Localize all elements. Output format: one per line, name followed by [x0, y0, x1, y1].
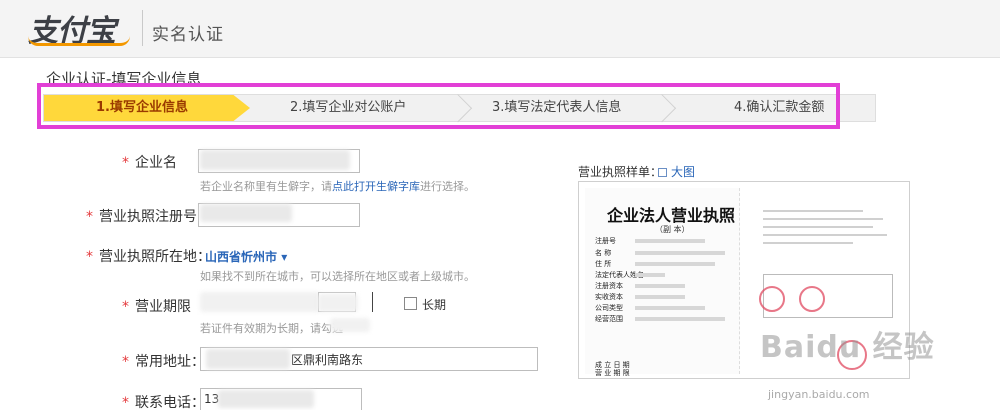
redacted-value [330, 318, 370, 332]
license-line [635, 317, 725, 321]
back-text-line [763, 234, 887, 236]
baidu-watermark: Baidu 经验 [760, 330, 935, 365]
redacted-value [200, 292, 320, 312]
redacted-value [318, 294, 358, 312]
license-line [635, 239, 705, 243]
license-line [635, 273, 665, 277]
phone-value: 13 [204, 392, 220, 406]
logo-swoosh [28, 36, 130, 46]
top-header: 支付宝 实名认证 [0, 0, 1000, 58]
license-line [635, 295, 685, 299]
back-text-line [763, 226, 873, 228]
redacted-value [218, 390, 314, 408]
sample-label: 营业执照样单： [578, 165, 663, 179]
view-large-link[interactable]: 大图 [658, 163, 695, 180]
required-marker: * [86, 249, 93, 265]
redacted-value [200, 204, 292, 222]
company-name-hint: 若企业名称里有生僻字，请点此打开生僻字库进行选择。 [200, 180, 475, 193]
long-term-checkbox[interactable] [404, 297, 417, 310]
license-field: 注册资本 [595, 282, 623, 290]
license-field: 名 称 [595, 249, 612, 257]
license-field: 住 所 [595, 260, 612, 268]
license-field: 实收资本 [595, 293, 623, 301]
required-marker: * [122, 395, 129, 410]
license-line [635, 262, 715, 266]
license-line [635, 306, 705, 310]
phone-label: * 联系电话： [122, 395, 205, 410]
company-name-label: * 企业名 [122, 155, 177, 171]
license-number-label: * 营业执照注册号： [86, 209, 211, 225]
license-line [635, 284, 685, 288]
back-text-line [763, 218, 883, 220]
license-field: 公司类型 [595, 304, 623, 312]
redacted-value [206, 349, 290, 369]
license-line [635, 251, 725, 255]
required-marker: * [122, 155, 129, 171]
highlight-frame [37, 83, 840, 129]
business-term-label: * 营业期限 [122, 299, 191, 315]
red-stamp-icon [799, 286, 825, 312]
header-divider [142, 10, 143, 46]
long-term-label: 长期 [422, 298, 447, 312]
license-field: 注册号 [595, 237, 616, 245]
license-field: 经营范围 [595, 315, 623, 323]
rare-char-library-link[interactable]: 点此打开生僻字库 [332, 180, 420, 193]
license-footer: 营 业 期 限 [595, 369, 630, 377]
location-select[interactable]: 山西省忻州市 ▾ [205, 248, 287, 265]
license-front: 企业法人营业执照 （副 本） 注册号 名 称 住 所 法定代表人姓名 注册资本 … [585, 188, 740, 377]
license-subtitle: （副 本） [655, 225, 690, 234]
address-value: 区鼎利南路东 [291, 353, 364, 367]
required-marker: * [122, 354, 129, 370]
field-separator [372, 292, 373, 312]
back-text-line [763, 210, 863, 212]
zoom-icon [658, 168, 667, 177]
license-location-label: * 营业执照所在地： [86, 249, 211, 265]
back-text-line [763, 242, 853, 244]
header-title: 实名认证 [152, 25, 224, 45]
required-marker: * [86, 209, 93, 225]
dropdown-arrow-icon: ▾ [281, 250, 288, 264]
address-label: * 常用地址： [122, 354, 205, 370]
required-marker: * [122, 299, 129, 315]
red-stamp-icon [759, 286, 785, 312]
redacted-value [200, 150, 350, 170]
license-title: 企业法人营业执照 [607, 206, 736, 225]
location-hint: 如果找不到所在城市，可以选择所在地区或者上级城市。 [200, 270, 475, 283]
watermark-url: jingyan.baidu.com [768, 388, 870, 401]
business-term-hint: 若证件有效期为长期，请勾选 [200, 322, 343, 335]
